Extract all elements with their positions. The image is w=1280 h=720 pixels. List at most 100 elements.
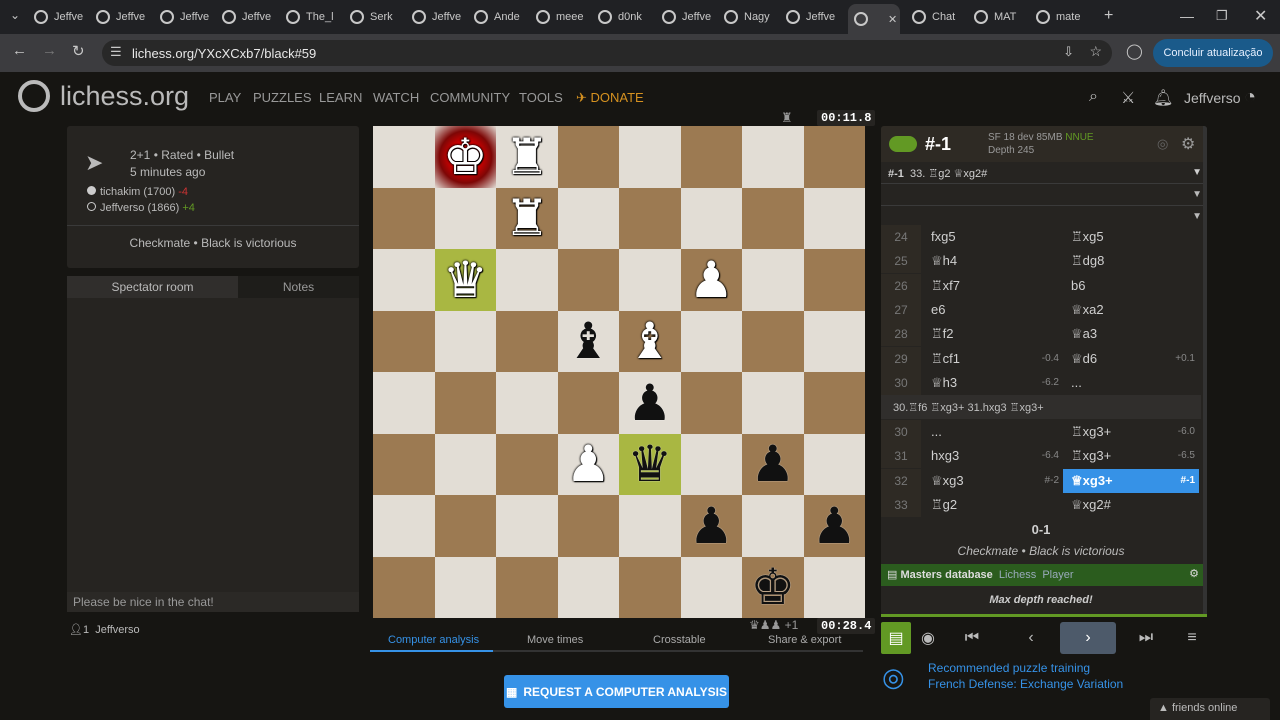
board-square[interactable]: ♚ b bbox=[742, 556, 804, 618]
book-toggle-icon[interactable]: ▤ bbox=[881, 622, 911, 654]
next-move-icon[interactable]: › bbox=[1060, 622, 1116, 654]
first-move-icon[interactable]: ⏮ bbox=[959, 622, 985, 654]
close-window-icon[interactable]: ✕ bbox=[1254, 6, 1267, 26]
nav-puzzles[interactable]: PUZZLES bbox=[253, 90, 312, 105]
board-square[interactable] bbox=[496, 495, 558, 557]
nav-play[interactable]: PLAY bbox=[209, 90, 241, 105]
bell-icon[interactable]: 🔔︎ bbox=[1153, 88, 1173, 108]
browser-tab[interactable]: meee bbox=[536, 6, 594, 28]
pv-line-2[interactable]: ▼ bbox=[881, 184, 1207, 206]
board-square[interactable] bbox=[619, 249, 681, 311]
tab-spectator-room[interactable]: Spectator room bbox=[67, 276, 238, 298]
board-square[interactable] bbox=[742, 187, 804, 249]
browser-tab[interactable]: Nagy bbox=[724, 6, 782, 28]
board-square[interactable]: ♝ bbox=[557, 310, 619, 372]
black-queen-icon[interactable]: ♛ bbox=[627, 439, 672, 489]
black-move[interactable]: ♕a3 bbox=[1071, 322, 1097, 346]
board-square[interactable] bbox=[619, 126, 681, 188]
board-square[interactable]: ♟ bbox=[680, 249, 742, 311]
white-pawn-icon[interactable]: ♟ bbox=[689, 255, 734, 305]
white-rook-icon[interactable]: ♜ bbox=[504, 132, 549, 182]
board-square[interactable] bbox=[742, 372, 804, 434]
browser-tab[interactable]: Serk bbox=[350, 6, 408, 28]
white-move[interactable]: ♖xf7 bbox=[931, 274, 960, 298]
board-square[interactable] bbox=[680, 126, 742, 188]
board-square[interactable] bbox=[434, 433, 496, 495]
board-square[interactable] bbox=[680, 310, 742, 372]
browser-tab[interactable]: The_l bbox=[286, 6, 344, 28]
black-move[interactable]: ♖xg5 bbox=[1071, 225, 1104, 249]
board-square[interactable] bbox=[619, 187, 681, 249]
tab-move-times[interactable]: Move times bbox=[527, 634, 583, 646]
black-move[interactable]: ♖dg8 bbox=[1071, 249, 1104, 273]
board-square[interactable]: 1 bbox=[803, 126, 865, 188]
white-bishop-icon[interactable]: ♝ bbox=[627, 316, 672, 366]
board-square[interactable] bbox=[496, 310, 558, 372]
board-square[interactable] bbox=[434, 495, 496, 557]
board-square[interactable]: ♜ bbox=[496, 126, 558, 188]
board-square[interactable] bbox=[680, 187, 742, 249]
white-move[interactable]: ♕h4 bbox=[931, 249, 957, 273]
board-square[interactable] bbox=[373, 249, 435, 311]
close-tab-icon[interactable]: ✕ bbox=[888, 13, 897, 26]
restore-icon[interactable]: ❐ bbox=[1216, 8, 1228, 24]
nav-learn[interactable]: LEARN bbox=[319, 90, 362, 105]
board-square[interactable] bbox=[373, 495, 435, 557]
black-pawn-icon[interactable]: ♟ bbox=[812, 501, 857, 551]
bookmark-star-icon[interactable]: ☆ bbox=[1089, 43, 1102, 60]
black-pawn-icon[interactable]: ♟ bbox=[689, 501, 734, 551]
board-square[interactable]: ♛ bbox=[434, 249, 496, 311]
nav-tools[interactable]: TOOLS bbox=[519, 90, 563, 105]
white-move[interactable]: ♕xg3 bbox=[931, 469, 964, 493]
user-menu[interactable]: Jeffverso bbox=[1184, 90, 1241, 106]
chat-input[interactable]: Please be nice in the chat! bbox=[67, 592, 359, 612]
pv-expand-icon[interactable]: ▼ bbox=[1192, 167, 1202, 178]
board-square[interactable] bbox=[742, 126, 804, 188]
black-move[interactable]: ♖xg3+ bbox=[1071, 420, 1111, 444]
prev-move-icon[interactable]: ‹ bbox=[1018, 622, 1044, 654]
board-square[interactable] bbox=[373, 187, 435, 249]
board-square[interactable]: 4 bbox=[803, 310, 865, 372]
board-square[interactable]: 5 bbox=[803, 372, 865, 434]
board-square[interactable] bbox=[373, 433, 435, 495]
last-move-icon[interactable]: ⏭ bbox=[1133, 622, 1159, 654]
white-move[interactable]: ♕h3 bbox=[931, 371, 957, 395]
board-square[interactable]: g bbox=[434, 556, 496, 618]
white-move[interactable]: ♖cf1 bbox=[931, 347, 960, 371]
black-move[interactable]: ♖xg3+ bbox=[1071, 444, 1111, 468]
new-tab-icon[interactable]: + bbox=[1104, 7, 1113, 25]
black-player[interactable]: Jeffverso (1866) +4 bbox=[87, 202, 195, 214]
board-square[interactable] bbox=[557, 372, 619, 434]
white-queen-icon[interactable]: ♛ bbox=[443, 255, 488, 305]
friends-online[interactable]: ▲ friends online bbox=[1150, 698, 1270, 720]
browser-tab[interactable]: Jeffve bbox=[412, 6, 470, 28]
browser-tab[interactable]: d0nk bbox=[598, 6, 656, 28]
black-move[interactable]: ♕xa2 bbox=[1071, 298, 1104, 322]
nav-donate[interactable]: ✈ DONATE bbox=[576, 90, 644, 106]
update-button[interactable]: Concluir atualização bbox=[1153, 39, 1273, 67]
browser-tab[interactable]: MAT bbox=[974, 6, 1032, 28]
board-square[interactable]: ♟ bbox=[619, 372, 681, 434]
tab-search-icon[interactable]: ⌄ bbox=[10, 8, 20, 22]
board-square[interactable]: f bbox=[496, 556, 558, 618]
request-analysis-button[interactable]: ▦ REQUEST A COMPUTER ANALYSIS bbox=[504, 675, 729, 708]
tab-notes[interactable]: Notes bbox=[238, 276, 359, 298]
pv-line[interactable]: #-1 33. ♖g2 ♕xg2# ▼ bbox=[881, 162, 1207, 184]
board-square[interactable]: 8a bbox=[803, 556, 865, 618]
board-square[interactable]: c bbox=[680, 556, 742, 618]
engine-toggle[interactable] bbox=[889, 136, 917, 152]
nav-community[interactable]: COMMUNITY bbox=[430, 90, 510, 105]
practice-icon[interactable]: ◉ bbox=[915, 622, 941, 654]
white-move[interactable]: ♖f2 bbox=[931, 322, 954, 346]
black-move[interactable]: ♕d6 bbox=[1071, 347, 1097, 371]
pv2-expand-icon[interactable]: ▼ bbox=[1192, 189, 1202, 200]
pv3-expand-icon[interactable]: ▼ bbox=[1192, 211, 1202, 222]
board-square[interactable]: ♜ bbox=[496, 187, 558, 249]
lichess-logo[interactable]: lichess.org bbox=[18, 80, 189, 112]
white-pawn-icon[interactable]: ♟ bbox=[566, 439, 611, 489]
black-pawn-icon[interactable]: ♟ bbox=[627, 378, 672, 428]
url-input[interactable]: ☰ lichess.org/YXcXCxb7/black#59 ⇩ ☆ bbox=[102, 40, 1112, 66]
browser-tab[interactable]: Jeffve bbox=[222, 6, 280, 28]
black-move[interactable]: ... bbox=[1071, 371, 1082, 395]
puzzle-title[interactable]: Recommended puzzle training bbox=[928, 661, 1090, 675]
